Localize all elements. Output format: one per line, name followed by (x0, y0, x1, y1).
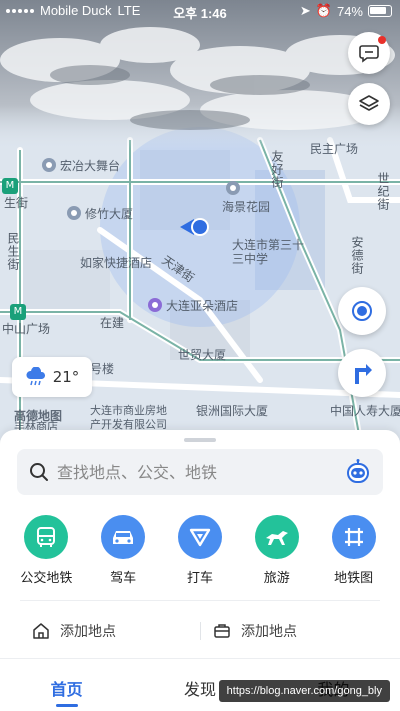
category-drive[interactable]: 驾车 (88, 515, 158, 586)
poi-pin-icon (42, 158, 56, 172)
poi-rujia-hotel[interactable]: 如家快捷酒店 (80, 256, 152, 270)
category-taxi[interactable]: 打车 (165, 515, 235, 586)
poi-haiquan-garden[interactable] (226, 181, 244, 196)
home-icon (33, 623, 49, 639)
search-input[interactable] (57, 462, 327, 482)
category-label: 地铁图 (334, 571, 374, 586)
category-travel[interactable]: 旅游 (242, 515, 312, 586)
current-location-icon (180, 218, 209, 236)
poi-hongcheng-stage[interactable]: 宏冶大舞台 (42, 158, 120, 173)
category-metro-map[interactable]: 地铁图 (319, 515, 389, 586)
messages-button[interactable] (348, 32, 390, 74)
home-place-label: 添加地点 (60, 624, 116, 640)
poi-yinjin-tower[interactable]: 银洲国际大厦 (196, 404, 268, 418)
poi-pin-icon (67, 206, 81, 220)
metro-map-icon (331, 515, 376, 559)
panel-drag-handle[interactable] (184, 438, 216, 442)
layers-icon (359, 95, 379, 111)
car-icon (101, 515, 146, 559)
road-minsheng: 民生街 (6, 232, 20, 271)
metro-station-icon[interactable]: M (10, 304, 26, 320)
rain-cloud-icon (26, 367, 45, 386)
category-row: 公交地铁 驾车 打车 旅游 地铁图 (0, 515, 400, 586)
message-icon (359, 45, 379, 63)
poi-pin-icon (226, 181, 240, 195)
horse-icon (254, 515, 299, 559)
locate-icon (352, 301, 372, 321)
road-ande: 安德街 (350, 236, 364, 275)
weather-temperature: 21° (52, 368, 80, 386)
route-arrow-icon (355, 364, 372, 384)
add-home-place[interactable]: 添加地点 (0, 616, 200, 646)
poi-trade-building[interactable]: 世贸大厦 (178, 348, 226, 362)
poi-bank[interactable]: 中国人寿大厦 (330, 404, 400, 418)
battery-percent: 74% (336, 3, 363, 19)
location-arrow-icon: ➤ (299, 3, 311, 18)
road-zaijian: 在建 (100, 316, 125, 330)
layers-button[interactable] (348, 83, 390, 125)
weather-widget[interactable]: 21° (12, 357, 92, 397)
amap-logo: 高德地图 (14, 409, 63, 423)
divider (0, 658, 400, 659)
hotel-pin-icon (148, 298, 162, 312)
briefcase-icon (214, 624, 230, 638)
status-bar: Mobile Duck LTE 오후 1:46 ➤ ⏰ 74% (0, 0, 400, 22)
bus-icon (24, 515, 69, 559)
bottom-panel[interactable]: 公交地铁 驾车 打车 旅游 地铁图 (0, 430, 400, 711)
divider (20, 600, 380, 601)
active-tab-indicator (55, 704, 78, 707)
poi-yaduo-hotel[interactable]: 大连亚朵酒店 (148, 298, 238, 313)
road-zhongshan-square: 中山广场 (2, 322, 51, 336)
voice-assistant-icon[interactable] (345, 459, 371, 485)
category-label: 打车 (186, 571, 213, 586)
road-shengli: 生街 (4, 196, 29, 210)
alarm-icon: ⏰ (315, 3, 332, 18)
add-work-place[interactable]: 添加地点 (200, 622, 400, 640)
metro-station-icon[interactable]: M (2, 178, 18, 194)
poi-xiuyi-building[interactable]: 修竹大厦 (67, 206, 133, 221)
category-label: 旅游 (263, 571, 290, 586)
poi-hao-building: 号楼 (90, 362, 115, 376)
work-place-label: 添加地点 (241, 624, 297, 640)
search-icon (30, 463, 48, 481)
taxi-icon (177, 515, 222, 559)
road-youhao: 友好街 (270, 150, 284, 189)
poi-commerce-building[interactable]: 大连市商业房地产开发有限公司 (90, 404, 176, 432)
notification-dot (378, 36, 386, 44)
battery-icon (368, 5, 392, 17)
poi-no13-school[interactable]: 大连市第三十三中学 (232, 238, 312, 266)
watermark: https://blog.naver.com/gong_bly (218, 680, 390, 702)
tab-home[interactable]: 首页 (0, 670, 133, 711)
weather-clouds (0, 0, 400, 150)
poi-minzhu-square[interactable]: 民主广场 (310, 142, 358, 156)
locate-me-button[interactable] (338, 287, 386, 335)
category-transit[interactable]: 公交地铁 (11, 515, 81, 586)
search-bar[interactable] (17, 449, 383, 495)
category-label: 公交地铁 (20, 571, 73, 586)
quick-places: 添加地点 添加地点 (0, 616, 400, 646)
route-button[interactable] (338, 349, 386, 397)
road-shiji: 世纪街 (376, 172, 390, 211)
poi-haiquan-garden-label: 海景花园 (222, 200, 271, 214)
category-label: 驾车 (110, 571, 137, 586)
